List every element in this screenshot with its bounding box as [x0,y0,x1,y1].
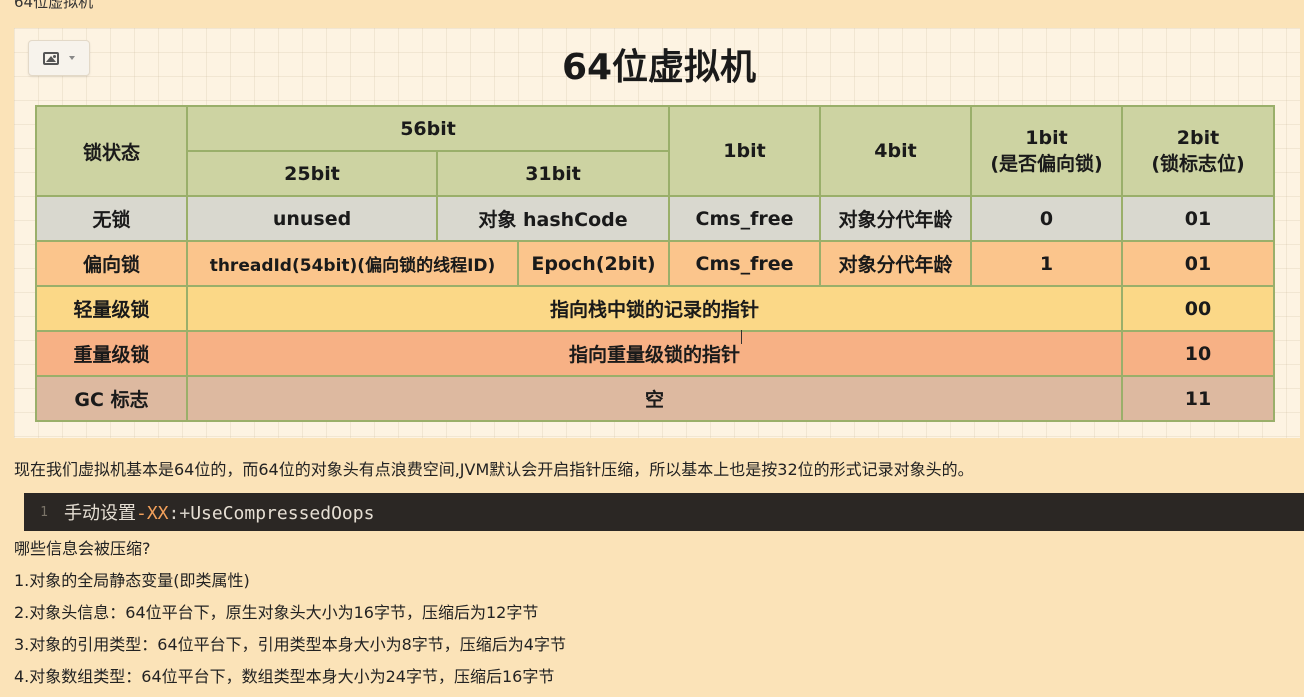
cell-state: 偏向锁 [35,240,188,287]
table-header-row: 锁状态 56bit 1bit 4bit 1bit (是否偏向锁) 2bit (锁… [35,105,1276,197]
header-25bit: 25bit [186,150,438,197]
header-lock-flag-bits: 2bit [1176,126,1220,149]
mark-word-table: 锁状态 56bit 1bit 4bit 1bit (是否偏向锁) 2bit (锁… [35,105,1276,422]
cell-state: 重量级锁 [35,330,188,377]
cell-merged: 指向重量级锁的指针 [185,330,1124,377]
cell-age: 对象分代年龄 [819,240,973,287]
header-biased-flag-label: (是否偏向锁) [990,152,1103,175]
table-row: 偏向锁 threadId(54bit)(偏向锁的线程ID) Epoch(2bit… [35,240,1276,287]
header-lock-flag: 2bit (锁标志位) [1121,105,1276,197]
header-lock-flag-label: (锁标志位) [1151,152,1245,175]
cell-hashcode: 对象 hashCode [435,195,671,242]
cell-epoch: Epoch(2bit) [516,240,671,287]
cell-thread-id: threadId(54bit)(偏向锁的线程ID) [186,240,519,287]
cell-cms-free: Cms_free [668,195,822,242]
cell-biased-flag: 1 [970,240,1124,287]
code-line: 手动设置-XX:+UseCompressedOops [64,499,374,525]
code-prefix: 手动设置 [64,503,136,524]
clipped-heading: 64位虚拟机 [14,0,94,11]
diagram-title: 64位虚拟机 [561,47,757,88]
code-option: UseCompressedOops [190,503,375,524]
cell-lock-flag: 01 [1121,195,1276,242]
list-item: 3.对象的引用类型：64位平台下，引用类型本身大小为8字节，压缩后为4字节 [14,635,566,654]
cell-cms-free: Cms_free [668,240,822,287]
header-biased-flag-bits: 1bit [1025,126,1068,149]
table-row: 重量级锁 指向重量级锁的指针 10 [35,330,1276,377]
cell-lock-flag: 01 [1121,240,1276,287]
code-flag: -XX [136,503,169,524]
cell-state: 轻量级锁 [35,285,188,332]
code-block[interactable]: 1 手动设置-XX:+UseCompressedOops [24,493,1304,531]
cell-state: GC 标志 [35,375,188,422]
table-row: 无锁 unused 对象 hashCode Cms_free 对象分代年龄 0 … [35,195,1276,242]
cell-lock-flag: 10 [1121,330,1276,377]
code-line-number: 1 [40,504,48,520]
cell-state: 无锁 [35,195,188,242]
code-operator: :+ [168,503,191,524]
cell-age: 对象分代年龄 [819,195,973,242]
list-item: 2.对象头信息：64位平台下，原生对象头大小为16字节，压缩后为12字节 [14,603,539,622]
header-31bit: 31bit [435,150,671,197]
body-paragraph: 现在我们虚拟机基本是64位的，而64位的对象头有点浪费空间,JVM默认会开启指针… [14,460,974,479]
header-lock-state: 锁状态 [35,105,188,197]
embedded-image: 64位虚拟机 锁状态 56bit 1bit 4bit 1bit (是否偏向锁) … [14,28,1300,438]
list-item: 4.对象数组类型：64位平台下，数组类型本身大小为24字节，压缩后16字节 [14,667,555,686]
cell-lock-flag: 00 [1121,285,1276,332]
table-row: GC 标志 空 11 [35,375,1276,422]
header-4bit: 4bit [819,105,973,197]
list-item: 1.对象的全局静态变量(即类属性) [14,571,250,590]
compression-list: 哪些信息会被压缩? 1.对象的全局静态变量(即类属性) 2.对象头信息：64位平… [14,537,566,697]
table-row: 轻量级锁 指向栈中锁的记录的指针 00 [35,285,1276,332]
cell-merged: 指向栈中锁的记录的指针 [185,285,1124,332]
text-cursor-icon [741,330,742,344]
cell-biased-flag: 0 [970,195,1124,242]
cell-lock-flag: 11 [1121,375,1276,422]
header-56bit: 56bit [185,105,671,152]
list-question: 哪些信息会被压缩? [14,539,151,558]
header-biased-flag: 1bit (是否偏向锁) [970,105,1124,197]
cell-merged: 空 [185,375,1124,422]
cell-unused: unused [186,195,438,242]
header-1bit: 1bit [668,105,822,197]
